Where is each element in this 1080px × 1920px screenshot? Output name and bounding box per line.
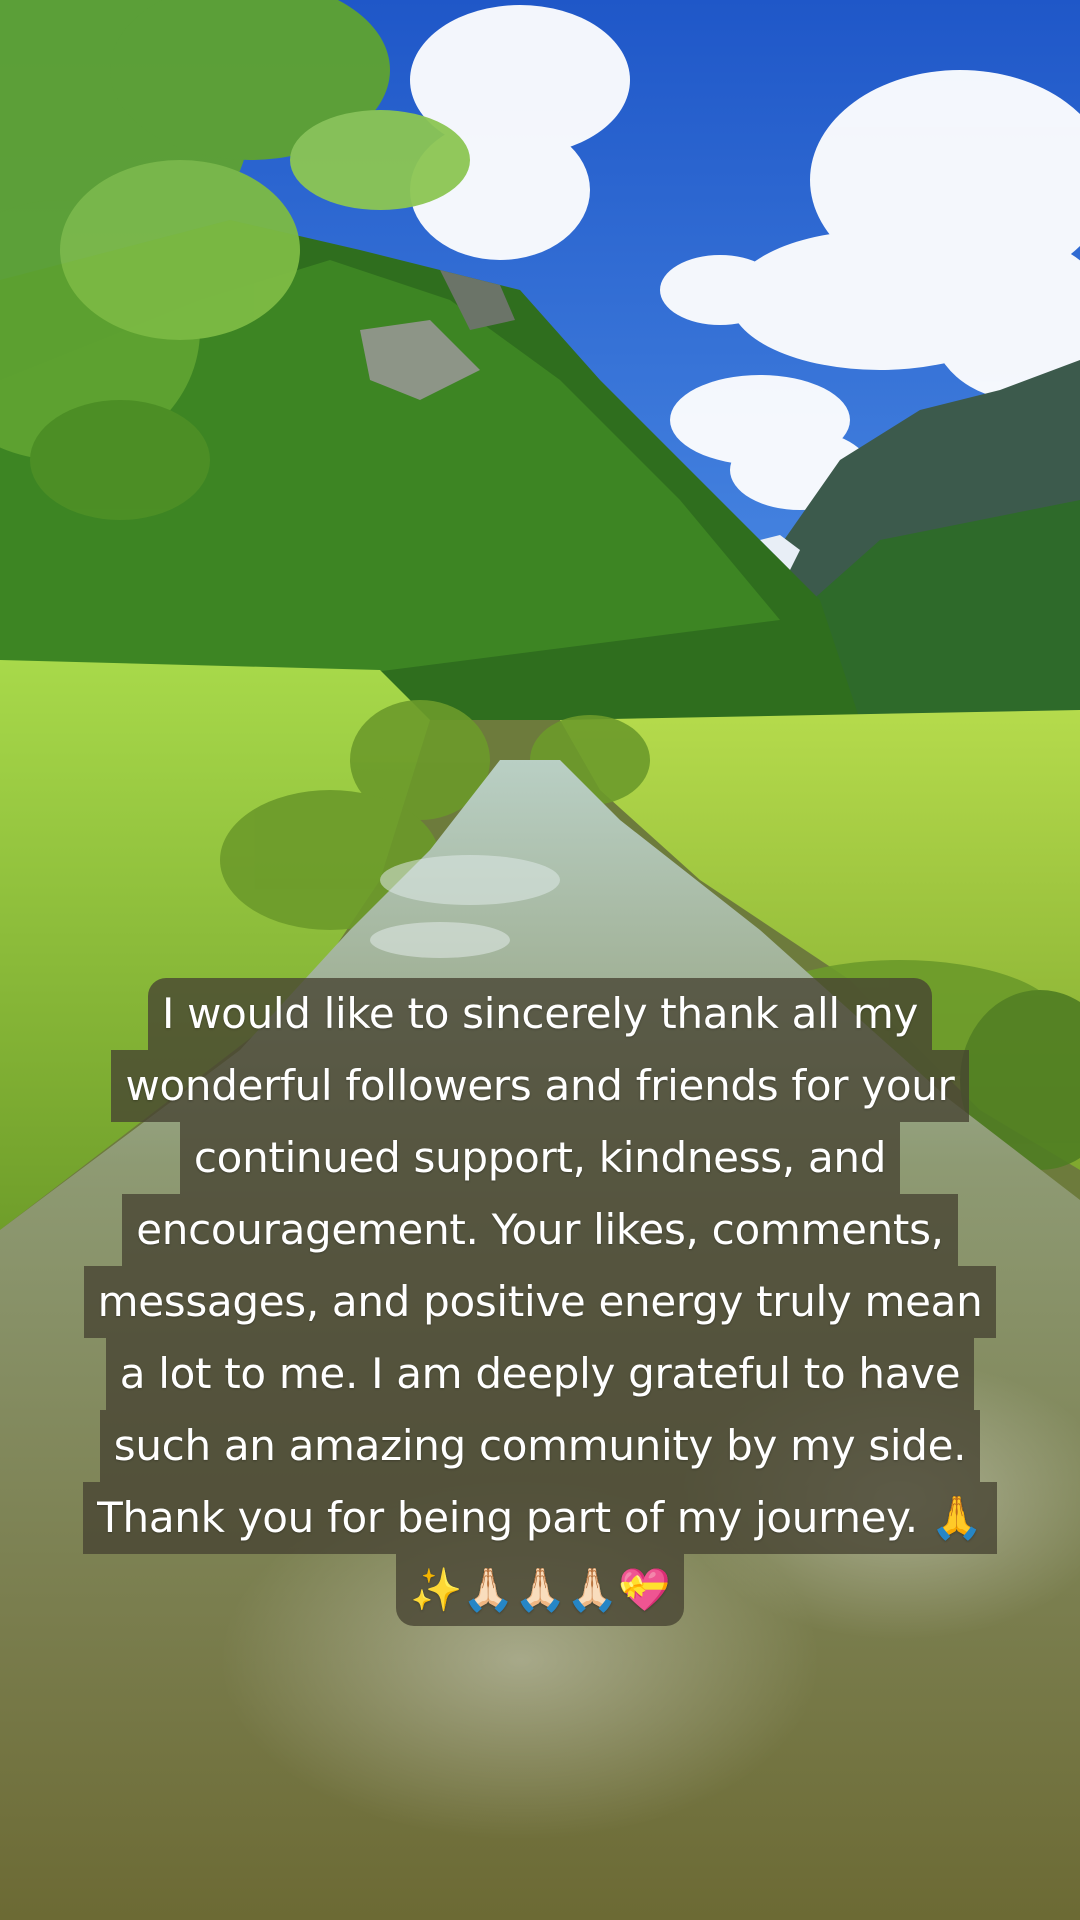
- caption-emoji-line: ✨🙏🏻🙏🏻🙏🏻💝: [396, 1554, 684, 1626]
- caption-line: I would like to sincerely thank all my: [147, 978, 933, 1050]
- caption-line: continued support, kindness, and: [179, 1122, 901, 1194]
- caption-line: a lot to me. I am deeply grateful to hav…: [105, 1338, 975, 1410]
- caption-line: encouragement. Your likes, comments,: [122, 1194, 958, 1266]
- caption-line: such an amazing community by my side.: [99, 1410, 981, 1482]
- caption-line: Thank you for being part of my journey. …: [83, 1482, 997, 1554]
- caption-line: wonderful followers and friends for your: [111, 1050, 969, 1122]
- landscape-background: [0, 0, 1080, 1920]
- caption-text-overlay: I would like to sincerely thank all my w…: [0, 978, 1080, 1626]
- caption-line: messages, and positive energy truly mean: [83, 1266, 997, 1338]
